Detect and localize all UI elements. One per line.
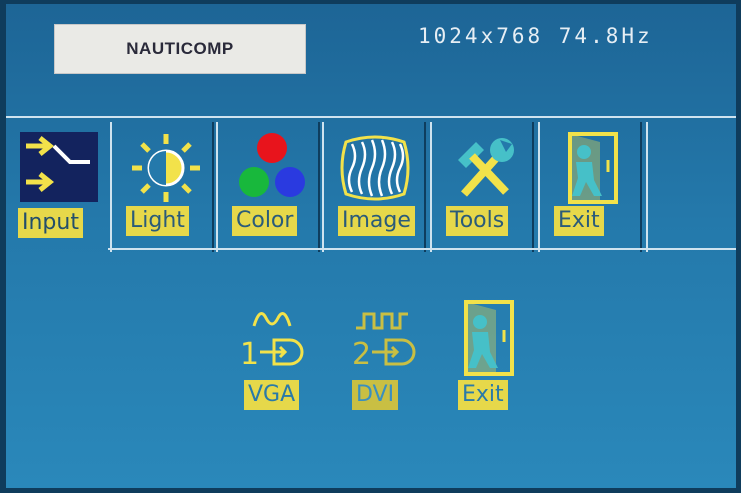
tab-label: Input xyxy=(18,208,83,238)
tab-label: Exit xyxy=(554,206,604,236)
analog-vga-icon: 1 xyxy=(234,300,318,376)
main-menu-tabs: Input Light Color Image Tools Exit xyxy=(6,116,736,256)
digital-dvi-icon: 2 xyxy=(342,300,426,376)
svg-text:2: 2 xyxy=(352,337,371,372)
tab-label: Image xyxy=(338,206,415,236)
svg-text:1: 1 xyxy=(240,337,259,372)
resolution-readout: 1024x768 74.8Hz xyxy=(418,24,653,48)
submenu-label-exit: Exit xyxy=(458,380,508,410)
tab-empty-slot xyxy=(646,122,736,252)
tab-label: Tools xyxy=(446,206,509,236)
submenu-item-exit[interactable]: Exit xyxy=(448,300,532,420)
tab-label: Color xyxy=(232,206,298,236)
exit-door-icon xyxy=(554,130,628,204)
submenu-item-vga[interactable]: 1 VGA xyxy=(234,300,318,420)
sun-brightness-icon xyxy=(126,130,200,204)
tab-tools[interactable]: Tools xyxy=(430,122,534,252)
rgb-circles-icon xyxy=(232,130,306,204)
wave-image-icon xyxy=(338,130,412,204)
input-arrows-icon xyxy=(20,132,98,202)
tab-image[interactable]: Image xyxy=(322,122,426,252)
brand-logo: NAUTICOMP xyxy=(54,24,306,74)
exit-door-icon xyxy=(448,300,532,376)
tab-label: Light xyxy=(126,206,189,236)
osd-screen: NAUTICOMP 1024x768 74.8Hz Input Light Co… xyxy=(6,4,736,488)
submenu-label-vga: VGA xyxy=(244,380,300,410)
hammer-wrench-icon xyxy=(446,130,520,204)
tab-input[interactable]: Input xyxy=(10,118,114,256)
logo-text: NAUTICOMP xyxy=(126,39,234,58)
submenu-label-dvi: DVI xyxy=(352,380,399,410)
tabbar-divider xyxy=(108,248,736,250)
tab-exit[interactable]: Exit xyxy=(538,122,642,252)
tab-color[interactable]: Color xyxy=(216,122,320,252)
submenu-item-dvi[interactable]: 2 DVI xyxy=(342,300,426,420)
tab-light[interactable]: Light xyxy=(110,122,214,252)
